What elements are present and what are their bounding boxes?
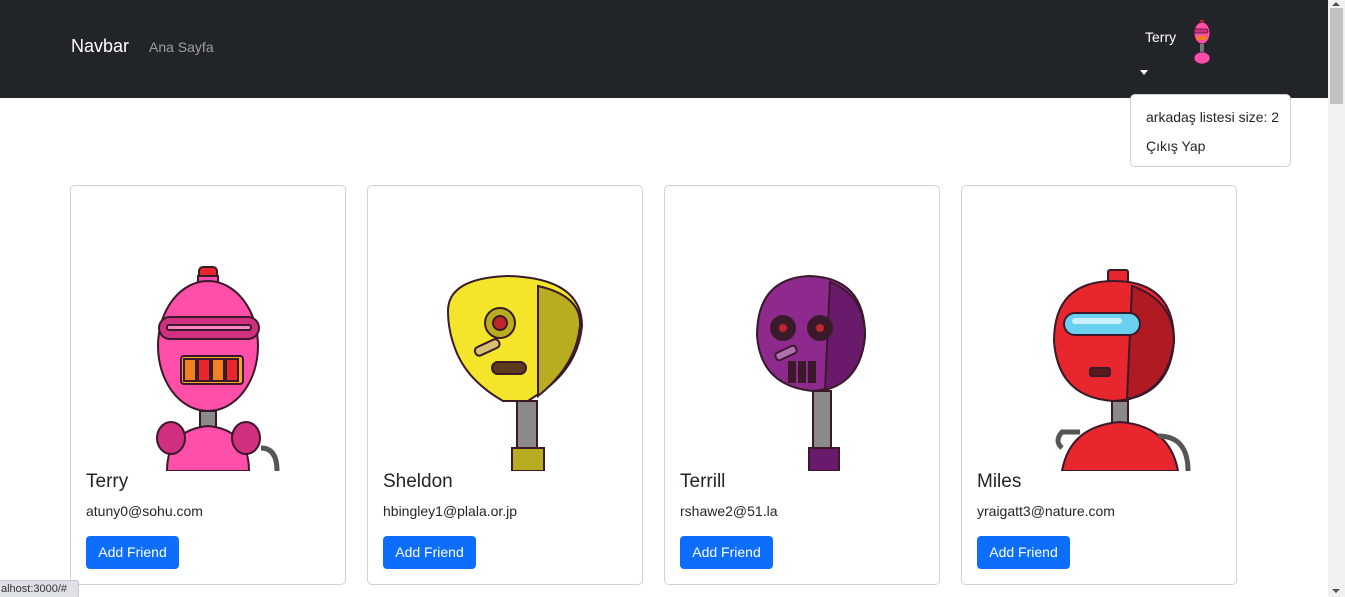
nav-link-home[interactable]: Ana Sayfa (149, 39, 214, 55)
user-card: Miles yraigatt3@nature.com Add Friend (961, 185, 1237, 585)
user-menu-toggle[interactable]: Terry (1145, 29, 1176, 45)
yellow-robot-icon (446, 274, 584, 471)
add-friend-button[interactable]: Add Friend (977, 536, 1070, 569)
scroll-down-arrow-icon[interactable] (1332, 589, 1340, 593)
scrollbar-thumb[interactable] (1330, 8, 1343, 104)
card-email: hbingley1@plala.or.jp (383, 503, 518, 519)
card-name: Terrill (680, 471, 726, 492)
user-card: Sheldon hbingley1@plala.or.jp Add Friend (367, 185, 643, 585)
purple-robot-icon (755, 274, 867, 471)
dropdown-item-friend-count[interactable]: arkadaş listesi size: 2 (1146, 109, 1279, 125)
card-email: rshawe2@51.la (680, 503, 778, 519)
card-email: yraigatt3@nature.com (977, 503, 1115, 519)
card-name: Miles (977, 471, 1022, 492)
add-friend-button[interactable]: Add Friend (86, 536, 179, 569)
user-card: Terrill rshawe2@51.la Add Friend (664, 185, 940, 585)
card-name: Terry (86, 471, 129, 492)
add-friend-button[interactable]: Add Friend (383, 536, 476, 569)
scroll-up-arrow-icon[interactable] (1332, 2, 1340, 6)
navbar: Navbar Ana Sayfa Terry (0, 0, 1328, 98)
add-friend-button[interactable]: Add Friend (680, 536, 773, 569)
caret-down-icon[interactable] (1140, 70, 1148, 75)
navbar-brand[interactable]: Navbar (71, 36, 129, 57)
user-card: Terry atuny0@sohu.com Add Friend (70, 185, 346, 585)
status-bar-url: alhost:3000/# (0, 580, 79, 597)
card-name: Sheldon (383, 471, 453, 492)
pink-robot-icon (156, 266, 280, 471)
user-dropdown-menu: arkadaş listesi size: 2 Çıkış Yap (1130, 94, 1291, 167)
dropdown-item-logout[interactable]: Çıkış Yap (1146, 138, 1205, 154)
card-email: atuny0@sohu.com (86, 503, 203, 519)
pink-robot-icon[interactable] (1188, 20, 1216, 64)
red-robot-icon (1052, 269, 1191, 471)
